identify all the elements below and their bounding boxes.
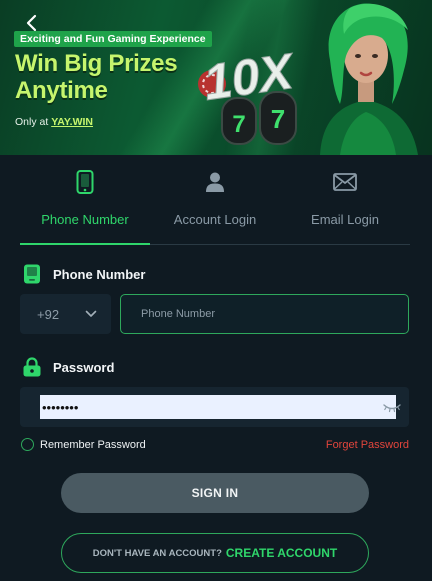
- tab-phone-number[interactable]: Phone Number: [20, 165, 150, 245]
- create-account-button[interactable]: DON'T HAVE AN ACCOUNT? CREATE ACCOUNT: [61, 533, 369, 573]
- only-at-text: Only at: [15, 116, 49, 128]
- tab-label: Phone Number: [41, 212, 129, 227]
- sign-in-button[interactable]: SIGN IN: [61, 473, 369, 513]
- headline-line-1: Win Big Prizes: [15, 50, 178, 77]
- banner-only-at: Only at YAY.WIN: [15, 116, 93, 128]
- password-input[interactable]: [40, 395, 396, 419]
- promo-model-image: [320, 3, 418, 155]
- create-account-label: CREATE ACCOUNT: [225, 546, 338, 560]
- phone-field-label: Phone Number: [53, 266, 146, 282]
- promo-banner: Exciting and Fun Gaming Experience Win B…: [0, 0, 432, 155]
- no-account-text: DON'T HAVE AN ACCOUNT?: [92, 547, 222, 559]
- brand-link[interactable]: YAY.WIN: [51, 116, 93, 128]
- password-field: [20, 387, 409, 427]
- lock-icon: [22, 357, 42, 377]
- phone-icon: [22, 264, 42, 284]
- chevron-down-icon: [85, 310, 97, 317]
- country-code-select[interactable]: +92: [20, 294, 111, 334]
- headline-line-2: Anytime: [15, 77, 108, 104]
- svg-text:7: 7: [271, 104, 285, 134]
- tab-email-login[interactable]: Email Login: [280, 165, 410, 244]
- banner-headline: Win Big Prizes Anytime: [15, 50, 195, 104]
- login-method-tabs: Phone Number Account Login Email Login: [20, 165, 410, 245]
- tab-account-login[interactable]: Account Login: [150, 165, 280, 244]
- password-field-label: Password: [53, 359, 115, 375]
- remember-password-label: Remember Password: [40, 438, 146, 451]
- promo-10x-graphic: 7 7 10X: [198, 42, 299, 145]
- forgot-password-link[interactable]: Forget Password: [326, 439, 409, 451]
- password-field-header: Password: [22, 357, 114, 377]
- remember-radio[interactable]: [21, 438, 34, 451]
- remember-password-toggle[interactable]: Remember Password: [21, 438, 146, 451]
- tab-label: Email Login: [311, 212, 379, 227]
- mail-icon: [332, 169, 358, 195]
- phone-number-input[interactable]: [120, 294, 409, 334]
- tab-label: Account Login: [173, 212, 257, 227]
- phone-icon: [72, 169, 98, 195]
- eye-closed-icon[interactable]: [382, 399, 402, 415]
- chevron-left-icon: [26, 14, 37, 32]
- country-code-value: +92: [37, 306, 60, 322]
- svg-text:7: 7: [232, 111, 245, 138]
- user-icon: [202, 169, 228, 195]
- phone-field-header: Phone Number: [22, 264, 145, 284]
